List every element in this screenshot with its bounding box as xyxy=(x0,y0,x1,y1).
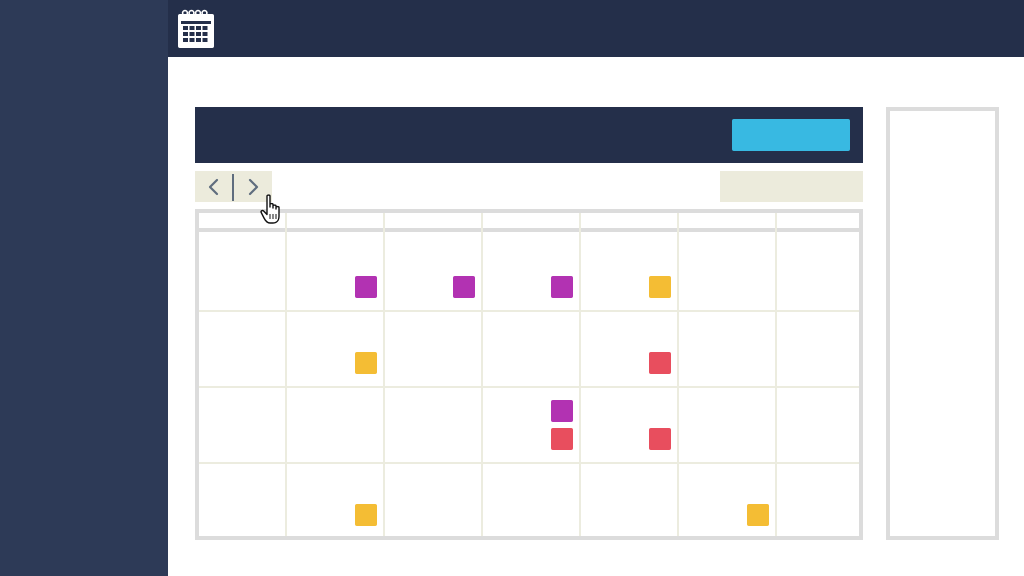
event-marker-purple[interactable] xyxy=(453,276,475,298)
primary-action-button[interactable] xyxy=(732,119,850,151)
day-column-divider xyxy=(383,213,385,536)
previous-button[interactable] xyxy=(195,171,233,202)
event-marker-yellow[interactable] xyxy=(747,504,769,526)
event-marker-yellow[interactable] xyxy=(649,276,671,298)
chevron-right-icon xyxy=(248,178,259,195)
sidebar xyxy=(0,0,168,576)
day-column-divider xyxy=(677,213,679,536)
weekday-header-row xyxy=(199,213,859,232)
event-marker-purple[interactable] xyxy=(355,276,377,298)
view-selector[interactable] xyxy=(720,171,863,202)
day-column-divider xyxy=(579,213,581,536)
event-marker-purple[interactable] xyxy=(551,276,573,298)
calendar-grid xyxy=(195,209,863,540)
event-marker-red[interactable] xyxy=(649,352,671,374)
week-row-divider xyxy=(199,386,859,388)
chevron-left-icon xyxy=(208,178,219,195)
side-panel xyxy=(886,107,999,540)
day-column-divider xyxy=(775,213,777,536)
calendar-header xyxy=(195,107,863,163)
top-bar xyxy=(168,0,1024,57)
week-row-divider xyxy=(199,462,859,464)
event-marker-purple[interactable] xyxy=(551,400,573,422)
event-marker-yellow[interactable] xyxy=(355,352,377,374)
event-marker-red[interactable] xyxy=(649,428,671,450)
hand-pointer-icon xyxy=(260,194,280,224)
day-column-divider xyxy=(285,213,287,536)
event-marker-red[interactable] xyxy=(551,428,573,450)
week-row-divider xyxy=(199,310,859,312)
calendar-icon[interactable] xyxy=(177,9,215,49)
event-marker-yellow[interactable] xyxy=(355,504,377,526)
day-column-divider xyxy=(481,213,483,536)
